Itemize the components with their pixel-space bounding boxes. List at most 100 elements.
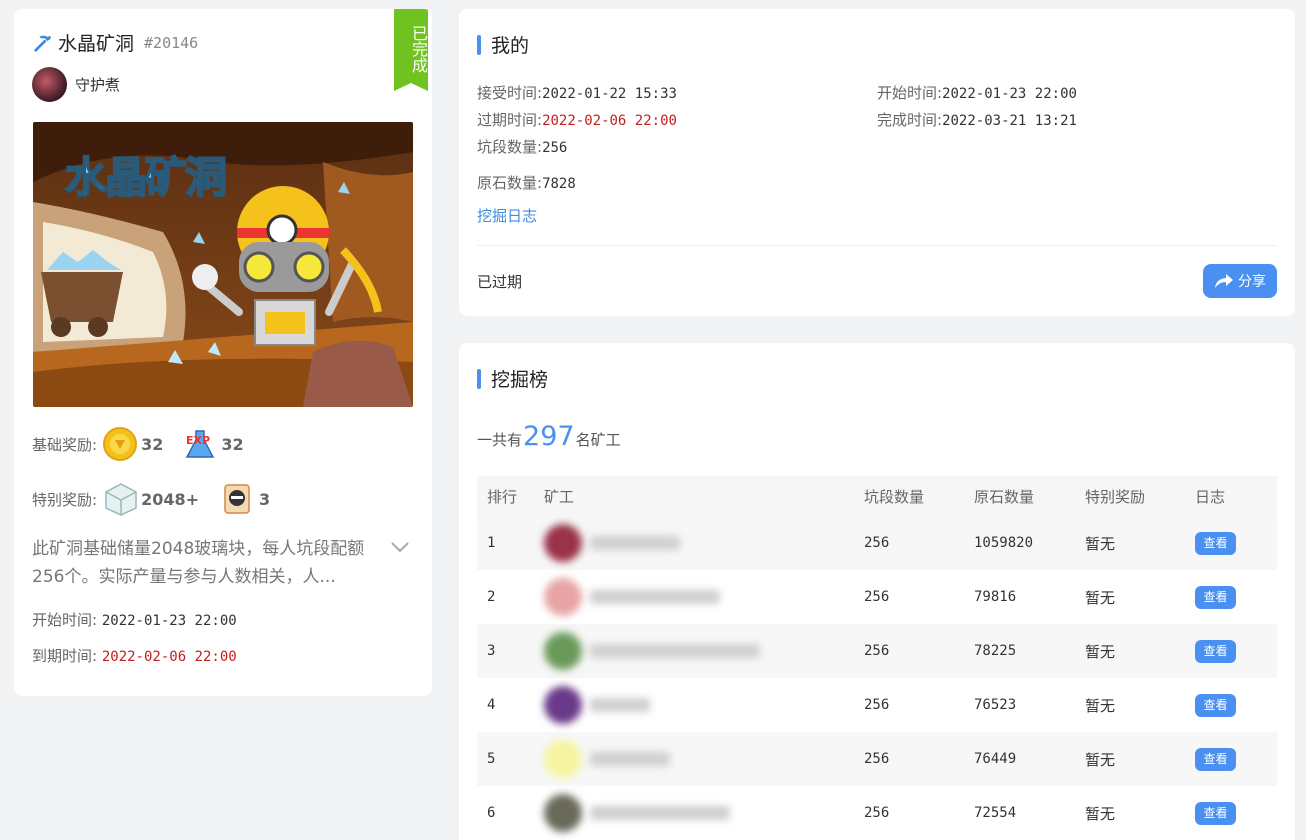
base-reward-label: 基础奖励: [32, 435, 98, 454]
miner-name-blurred[interactable] [590, 590, 720, 604]
miner-cell[interactable] [544, 524, 864, 562]
begin-time: 开始时间:2022-01-23 22:00 [877, 84, 1077, 102]
special-reward-cell: 暂无 [1085, 696, 1116, 715]
status-text: 已过期 [477, 273, 523, 291]
pickaxe-icon [34, 35, 52, 52]
rank-cell: 3 [487, 643, 496, 659]
scroll-reward-value: 3 [259, 489, 271, 509]
expire-time: 过期时间:2022-02-06 22:00 [477, 111, 677, 129]
miner-avatar[interactable] [544, 794, 582, 832]
leaderboard-table: 排行 矿工 坑段数量 原石数量 特别奖励 日志 1 256 1059820 暂无… [477, 476, 1277, 840]
owner-row[interactable]: 守护煮 [32, 67, 120, 102]
miner-cell[interactable] [544, 632, 864, 670]
completed-ribbon: 已完成 [394, 9, 428, 91]
view-log-button[interactable]: 查看 [1195, 639, 1236, 663]
miner-cell[interactable] [544, 740, 864, 778]
glass-block-icon [105, 483, 137, 516]
ore-cell: 79816 [974, 589, 1017, 605]
special-reward-row: 特别奖励: 2048+ 3 [32, 481, 290, 517]
dig-log-link[interactable]: 挖掘日志 [477, 205, 537, 226]
segments-cell: 256 [864, 751, 890, 767]
view-log-button[interactable]: 查看 [1195, 693, 1236, 717]
view-log-button[interactable]: 查看 [1195, 585, 1236, 609]
mine-id: #20146 [144, 33, 199, 52]
log-cell: 查看 [1195, 639, 1277, 663]
special-reward-cell: 暂无 [1085, 588, 1116, 607]
miner-name-blurred[interactable] [590, 644, 760, 658]
glass-reward-value: 2048+ [141, 489, 199, 509]
coin-reward-value: 32 [141, 434, 164, 454]
view-log-button[interactable]: 查看 [1195, 801, 1236, 825]
special-reward-label: 特别奖励: [32, 490, 98, 509]
table-row: 1 256 1059820 暂无 查看 [477, 516, 1277, 570]
table-body: 1 256 1059820 暂无 查看 2 256 79816 暂无 查看 3 … [477, 516, 1277, 840]
log-cell: 查看 [1195, 585, 1277, 609]
owner-avatar[interactable] [32, 67, 67, 102]
miner-avatar[interactable] [544, 578, 582, 616]
start-time-row: 开始时间: 2022-01-23 22:00 [32, 609, 237, 630]
miner-count: 297 [523, 421, 575, 452]
ore-cell: 76523 [974, 697, 1017, 713]
ore-cell: 78225 [974, 643, 1017, 659]
chevron-down-icon[interactable] [390, 539, 410, 555]
log-cell: 查看 [1195, 531, 1277, 555]
cover-title: 水晶矿洞 [64, 152, 228, 203]
log-cell: 查看 [1195, 747, 1277, 771]
due-time-row: 到期时间: 2022-02-06 22:00 [32, 645, 237, 666]
view-log-button[interactable]: 查看 [1195, 531, 1236, 555]
due-time-value: 2022-02-06 22:00 [101, 649, 237, 665]
base-reward-row: 基础奖励: 32 EXP 32 [32, 427, 264, 461]
table-row: 2 256 79816 暂无 查看 [477, 570, 1277, 624]
miner-name-blurred[interactable] [590, 752, 670, 766]
leaderboard-title: 挖掘榜 [477, 365, 548, 392]
segments-count: 坑段数量:256 [477, 138, 568, 156]
mine-name: 水晶矿洞 [58, 33, 135, 55]
due-time-label: 到期时间: [32, 647, 98, 665]
miner-cell[interactable] [544, 794, 864, 832]
special-reward-cell: 暂无 [1085, 750, 1116, 769]
share-button[interactable]: 分享 [1203, 264, 1277, 298]
special-reward-cell: 暂无 [1085, 804, 1116, 823]
share-icon [1215, 274, 1233, 288]
finish-time: 完成时间:2022-03-21 13:21 [877, 111, 1077, 129]
start-time-label: 开始时间: [32, 611, 98, 629]
start-time-value: 2022-01-23 22:00 [101, 613, 237, 629]
segments-cell: 256 [864, 697, 890, 713]
owner-name[interactable]: 守护煮 [75, 74, 120, 95]
log-cell: 查看 [1195, 693, 1277, 717]
special-reward-cell: 暂无 [1085, 534, 1116, 553]
mine-info-card: 已完成 水晶矿洞 #20146 守护煮 水晶矿洞 基础奖励: 32 EXP 32… [14, 9, 432, 696]
miner-avatar[interactable] [544, 686, 582, 724]
exp-reward-value: 32 [221, 434, 244, 454]
rank-cell: 2 [487, 589, 496, 605]
view-log-button[interactable]: 查看 [1195, 747, 1236, 771]
miner-cell[interactable] [544, 686, 864, 724]
table-row: 3 256 78225 暂无 查看 [477, 624, 1277, 678]
table-row: 6 256 72554 暂无 查看 [477, 786, 1277, 840]
miner-name-blurred[interactable] [590, 806, 730, 820]
leaderboard-card: 挖掘榜 一共有 297 名矿工 排行 矿工 坑段数量 原石数量 特别奖励 日志 … [459, 343, 1295, 840]
miner-cell[interactable] [544, 578, 864, 616]
miner-avatar[interactable] [544, 524, 582, 562]
exp-potion-icon: EXP [186, 430, 215, 458]
segments-cell: 256 [864, 805, 890, 821]
miner-name-blurred[interactable] [590, 536, 680, 550]
accept-time: 接受时间:2022-01-22 15:33 [477, 84, 677, 102]
coin-icon [103, 427, 138, 461]
miner-avatar[interactable] [544, 740, 582, 778]
my-card-title: 我的 [477, 31, 529, 58]
segments-cell: 256 [864, 535, 890, 551]
miner-avatar[interactable] [544, 632, 582, 670]
miner-name-blurred[interactable] [590, 698, 650, 712]
table-header: 排行 矿工 坑段数量 原石数量 特别奖励 日志 [477, 476, 1277, 516]
mine-title-row: 水晶矿洞 #20146 [32, 29, 198, 56]
log-cell: 查看 [1195, 801, 1277, 825]
ore-count: 原石数量:7828 [477, 174, 576, 192]
rank-cell: 1 [487, 535, 496, 551]
ore-cell: 76449 [974, 751, 1017, 767]
ore-cell: 72554 [974, 805, 1017, 821]
table-row: 5 256 76449 暂无 查看 [477, 732, 1277, 786]
rank-cell: 5 [487, 751, 496, 767]
my-progress-card: 我的 接受时间:2022-01-22 15:33 开始时间:2022-01-23… [459, 9, 1295, 316]
divider [477, 245, 1277, 246]
